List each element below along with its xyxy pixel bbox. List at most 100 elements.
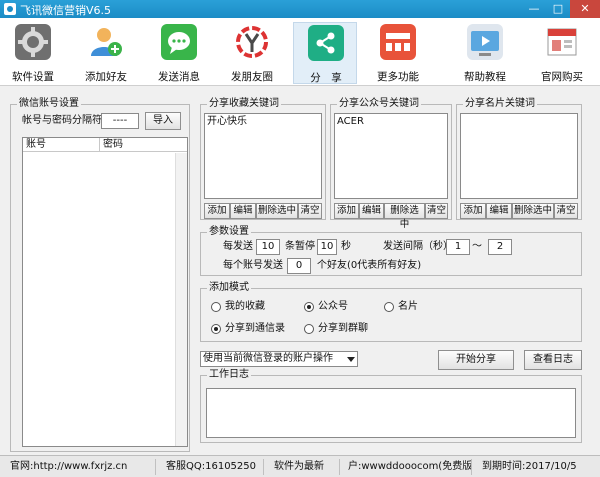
- params-group: 参数设置 每发送 10 条暂停 10 秒 发送间隔（秒） 1 ～ 2 每个账号发…: [200, 226, 582, 276]
- main-toolbar: 软件设置 添加好友 发送消息 发朋友圈 分 享 更多功能 帮助教程 官网购买: [0, 18, 600, 86]
- public-edit-button[interactable]: 编辑: [359, 203, 384, 219]
- public-clear-button[interactable]: 清空: [425, 203, 448, 219]
- shop-icon: [544, 24, 580, 60]
- account-select[interactable]: 使用当前微信登录的账户操作: [200, 351, 358, 367]
- title-bar: 飞讯微信营销V6.5 — □ ✕: [0, 0, 600, 18]
- target-group-label[interactable]: 分享到群聊: [318, 323, 368, 335]
- work-log-area[interactable]: [206, 388, 576, 438]
- chat-icon: [161, 24, 197, 60]
- window-title: 飞讯微信营销V6.5: [20, 4, 112, 17]
- per-account-note: 个好友(0代表所有好友): [317, 260, 422, 271]
- view-log-button[interactable]: 查看日志: [524, 350, 582, 370]
- favorites-keywords-list[interactable]: 开心快乐: [204, 113, 322, 199]
- tool-shop[interactable]: 官网购买: [530, 22, 594, 84]
- maximize-button[interactable]: □: [546, 0, 570, 18]
- interval-label: 发送间隔（秒）: [383, 241, 453, 252]
- send-count-input[interactable]: 10: [256, 239, 280, 255]
- mode-favorites-label[interactable]: 我的收藏: [225, 301, 265, 313]
- minimize-button[interactable]: —: [522, 0, 546, 18]
- public-keywords-list[interactable]: ACER: [334, 113, 448, 199]
- favorites-edit-button[interactable]: 编辑: [230, 203, 256, 219]
- tool-label: 发送消息: [158, 71, 200, 83]
- favorites-clear-button[interactable]: 清空: [298, 203, 322, 219]
- pause-label: 条暂停: [285, 241, 315, 252]
- favorites-delete-button[interactable]: 删除选中: [256, 203, 298, 219]
- account-table[interactable]: 账号 密码: [22, 137, 188, 447]
- tool-label: 官网购买: [541, 71, 583, 83]
- tool-label: 更多功能: [377, 71, 419, 83]
- account-table-header: 账号 密码: [23, 138, 187, 152]
- column-password[interactable]: 密码: [103, 139, 123, 151]
- every-send-label: 每发送: [223, 241, 253, 252]
- favorites-add-button[interactable]: 添加: [204, 203, 230, 219]
- favorites-keywords-title: 分享收藏关键词: [207, 98, 281, 110]
- status-website: 官网:http://www.fxrjz.cn: [6, 459, 156, 475]
- status-bar: 官网:http://www.fxrjz.cn 客服QQ:16105250 软件为…: [0, 455, 600, 477]
- interval-tilde: ～: [472, 241, 482, 252]
- tool-add-friend[interactable]: 添加好友: [74, 22, 138, 84]
- tool-share[interactable]: 分 享: [293, 22, 357, 84]
- tool-label: 添加好友: [85, 71, 127, 83]
- help-video-icon: [467, 24, 503, 60]
- card-keywords-list[interactable]: [460, 113, 578, 199]
- tool-moments[interactable]: 发朋友圈: [220, 22, 284, 84]
- column-account[interactable]: 账号: [26, 139, 46, 151]
- list-item[interactable]: 开心快乐: [207, 116, 247, 128]
- account-select-value: 使用当前微信登录的账户操作: [203, 353, 333, 364]
- favorites-keywords-group: 分享收藏关键词 开心快乐 添加 编辑 删除选中 清空: [200, 98, 326, 220]
- tool-label: 分 享: [310, 72, 342, 84]
- status-expire: 到期时间:2017/10/5: [482, 461, 577, 472]
- account-settings-group: 微信账号设置 帐号与密码分隔符 ---- 导入 账号 密码: [10, 98, 190, 452]
- separator-input[interactable]: ----: [101, 113, 139, 129]
- public-delete-button[interactable]: 删除选中: [384, 203, 425, 230]
- mode-card-label[interactable]: 名片: [398, 301, 418, 313]
- add-mode-title: 添加模式: [207, 282, 251, 294]
- mode-public-radio[interactable]: [304, 302, 314, 312]
- tool-send-message[interactable]: 发送消息: [147, 22, 211, 84]
- tool-label: 帮助教程: [464, 71, 506, 83]
- tool-help[interactable]: 帮助教程: [453, 22, 517, 84]
- share-icon: [308, 25, 344, 61]
- target-contacts-label[interactable]: 分享到通信录: [225, 323, 285, 335]
- work-log-title: 工作日志: [207, 369, 251, 381]
- app-logo-icon: [4, 3, 16, 15]
- card-keywords-title: 分享名片关键词: [463, 98, 537, 110]
- gear-icon: [15, 24, 51, 60]
- tool-settings[interactable]: 软件设置: [1, 22, 65, 84]
- separator-label: 帐号与密码分隔符: [22, 115, 102, 126]
- status-user: 户:wwwddooocom(免费版: [344, 459, 472, 475]
- column-divider: [99, 138, 100, 152]
- public-keywords-group: 分享公众号关键词 ACER 添加 编辑 删除选中 清空: [330, 98, 452, 230]
- mode-card-radio[interactable]: [384, 302, 394, 312]
- card-clear-button[interactable]: 清空: [554, 203, 578, 219]
- work-log-group: 工作日志: [200, 369, 582, 443]
- tool-more[interactable]: 更多功能: [366, 22, 430, 84]
- tool-label: 发朋友圈: [231, 71, 273, 83]
- card-delete-button[interactable]: 删除选中: [512, 203, 554, 219]
- add-user-icon: [88, 24, 124, 60]
- mode-public-label[interactable]: 公众号: [318, 301, 348, 313]
- per-account-label: 每个账号发送: [223, 260, 283, 271]
- interval-min-input[interactable]: 1: [446, 239, 470, 255]
- more-icon: [380, 24, 416, 60]
- account-group-title: 微信账号设置: [17, 98, 81, 110]
- pause-seconds-input[interactable]: 10: [317, 239, 337, 255]
- start-share-button[interactable]: 开始分享: [438, 350, 514, 370]
- target-contacts-radio[interactable]: [211, 324, 221, 334]
- import-button[interactable]: 导入: [145, 112, 181, 130]
- close-button[interactable]: ✕: [570, 0, 600, 18]
- interval-max-input[interactable]: 2: [488, 239, 512, 255]
- target-group-radio[interactable]: [304, 324, 314, 334]
- card-add-button[interactable]: 添加: [460, 203, 486, 219]
- mode-favorites-radio[interactable]: [211, 302, 221, 312]
- status-version: 软件为最新: [270, 459, 340, 475]
- status-support-qq: 客服QQ:16105250: [162, 459, 264, 475]
- per-account-input[interactable]: 0: [287, 258, 311, 274]
- account-table-scrollbar[interactable]: [175, 153, 187, 446]
- public-add-button[interactable]: 添加: [334, 203, 359, 219]
- card-keywords-group: 分享名片关键词 添加 编辑 删除选中 清空: [456, 98, 582, 220]
- add-mode-group: 添加模式 我的收藏 公众号 名片 分享到通信录 分享到群聊: [200, 282, 582, 342]
- list-item[interactable]: ACER: [337, 116, 364, 128]
- card-edit-button[interactable]: 编辑: [486, 203, 512, 219]
- dropdown-arrow-icon: [347, 357, 355, 362]
